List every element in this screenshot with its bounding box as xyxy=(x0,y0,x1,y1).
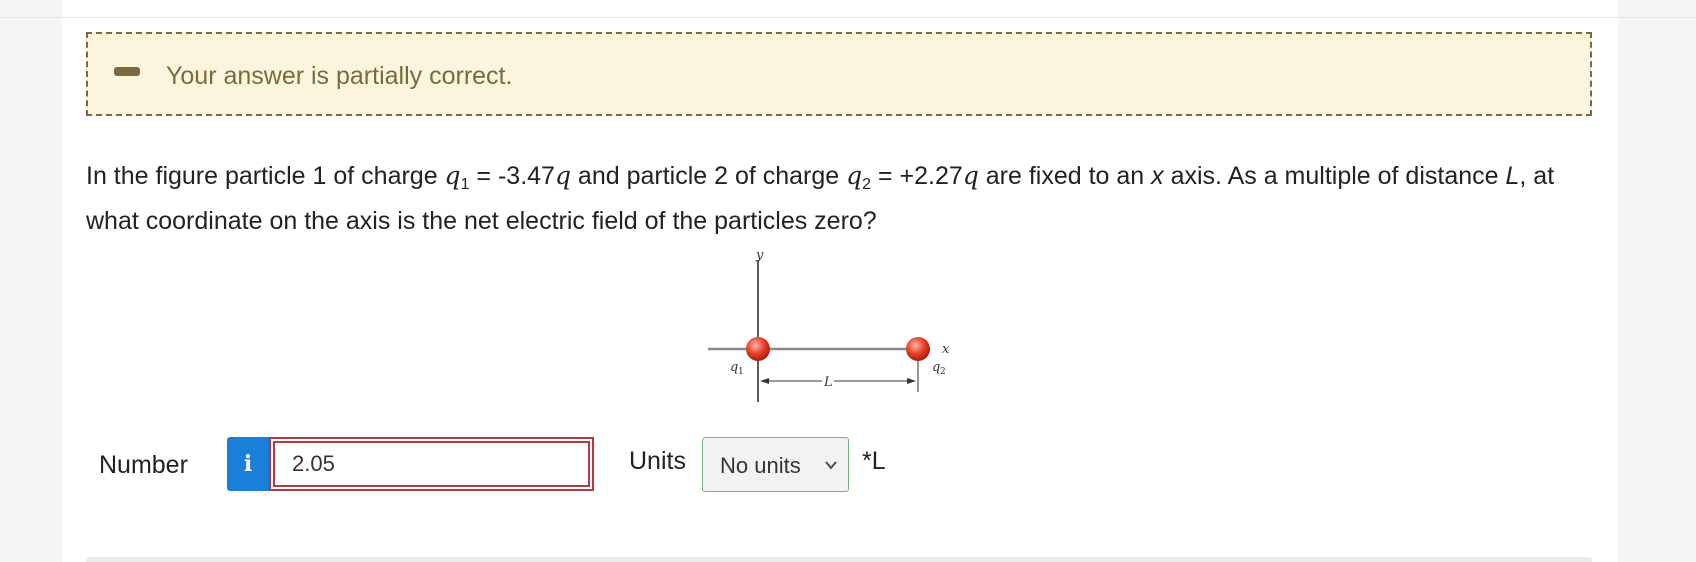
partial-dash-icon xyxy=(114,67,140,76)
units-selected-value: No units xyxy=(720,453,801,478)
units-label: Units xyxy=(629,447,686,475)
particles-figure: y x L q 1 q 2 xyxy=(708,252,950,402)
distance-L-word: L xyxy=(1505,162,1520,190)
answer-field-frame xyxy=(269,437,594,491)
L-arrow-left xyxy=(760,378,769,384)
feedback-message: Your answer is partially correct. xyxy=(166,62,513,90)
q2-subscript: 2 xyxy=(862,176,872,193)
x-axis-label: x xyxy=(942,342,950,357)
question-part-4: axis. As a multiple of distance xyxy=(1163,162,1506,190)
question-part-3: are fixed to an xyxy=(978,162,1152,190)
y-axis-label: y xyxy=(755,252,764,263)
q1-value: = -3.47 xyxy=(469,162,555,190)
particle-2 xyxy=(906,337,930,361)
q1-label-subscript: 1 xyxy=(738,367,744,377)
q2-unit: q xyxy=(962,161,979,190)
top-divider xyxy=(0,17,1696,18)
q1-variable: q xyxy=(444,161,461,190)
units-dropdown[interactable]: No units xyxy=(702,437,849,492)
q1-unit: q xyxy=(554,161,571,190)
number-label: Number xyxy=(99,451,188,479)
q2-value: = +2.27 xyxy=(871,162,963,190)
next-section-edge xyxy=(86,557,1592,562)
units-suffix: *L xyxy=(862,447,886,475)
answer-number-input[interactable] xyxy=(273,441,590,487)
q2-label-subscript: 2 xyxy=(940,367,946,377)
question-text: In the figure particle 1 of charge q1 = … xyxy=(86,158,1586,239)
L-arrow-right xyxy=(907,378,916,384)
question-part-1: In the figure particle 1 of charge xyxy=(86,162,445,190)
q2-variable: q xyxy=(846,161,863,190)
question-part-2: and particle 2 of charge xyxy=(570,162,847,190)
particle-1 xyxy=(746,337,770,361)
L-label: L xyxy=(823,375,833,390)
info-icon[interactable]: i xyxy=(227,437,269,491)
x-axis-word: x xyxy=(1151,162,1164,190)
chevron-down-icon xyxy=(825,461,837,470)
